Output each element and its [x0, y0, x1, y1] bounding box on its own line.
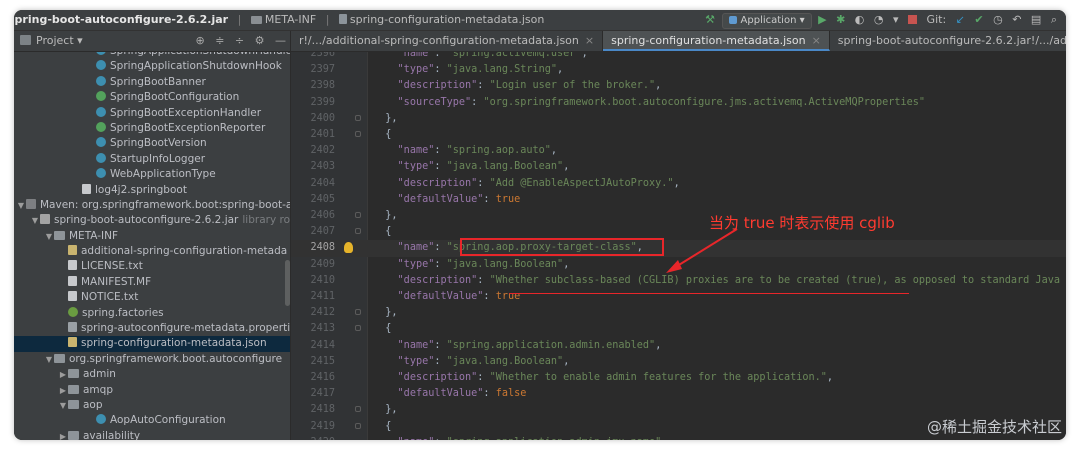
annotation-arrow [666, 228, 738, 273]
watermark: @稀土掘金技术社区 [926, 418, 1062, 436]
annotation-text: 当为 true 时表示使用 cglib [709, 214, 895, 232]
ide-window: spring-boot-autoconfigure-2.6.2.jar | ME… [14, 10, 1066, 440]
